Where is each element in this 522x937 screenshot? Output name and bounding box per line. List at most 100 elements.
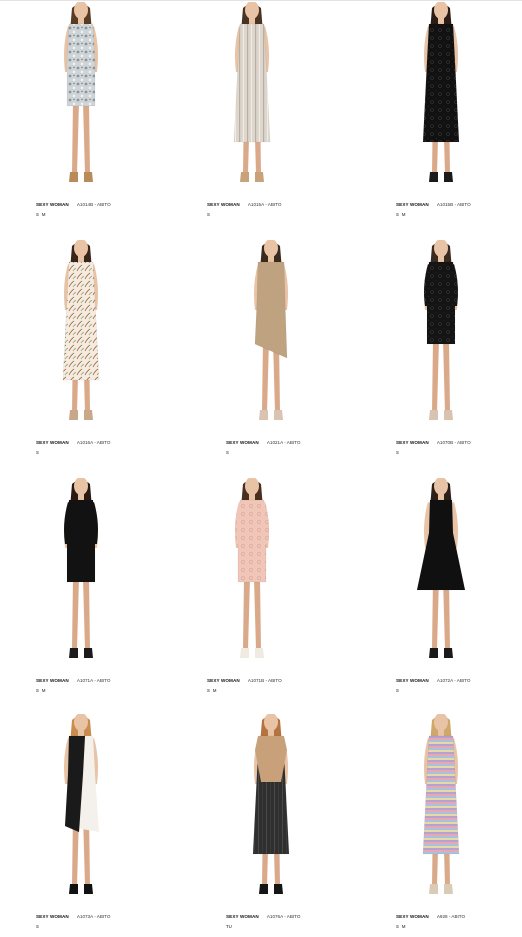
product-brand[interactable]: SEXY WOMAN — [207, 202, 240, 207]
product-brand[interactable]: SEXY WOMAN — [36, 202, 69, 207]
product-card[interactable]: SEXY WOMAN A1016A - ABITO S — [36, 240, 156, 470]
product-caption[interactable]: SEXY WOMAN A1071B - ABITO — [207, 678, 282, 684]
product-brand[interactable]: SEXY WOMAN — [226, 440, 259, 445]
product-caption[interactable]: SEXY WOMAN A1071A - ABITO — [36, 678, 110, 684]
product-card[interactable]: SEXY WOMAN A1015B - ABITO SM — [396, 2, 516, 232]
product-sizes: SM — [396, 924, 408, 929]
product-code[interactable]: A1021A - ABITO — [267, 440, 301, 445]
left-shoe — [69, 410, 78, 420]
product-code[interactable]: A1014B - ABITO — [77, 202, 111, 207]
size-option: S — [36, 924, 39, 929]
product-image[interactable] — [396, 240, 516, 438]
product-card[interactable]: SEXY WOMAN A1071A - ABITO SM — [36, 478, 156, 708]
product-card[interactable]: SEXY WOMAN A928 - ABITO SM — [396, 714, 516, 937]
left-shoe — [69, 172, 78, 182]
neck — [268, 254, 274, 262]
right-shoe — [255, 648, 264, 658]
product-card[interactable]: SEXY WOMAN A1014B - ABITO SM — [36, 2, 156, 232]
dress — [66, 499, 96, 583]
product-card[interactable]: SEXY WOMAN A1070B - ABITO S — [396, 240, 516, 470]
model-figure-image — [422, 2, 460, 182]
size-option: S — [36, 688, 39, 693]
size-option: M — [41, 212, 46, 217]
size-option: S — [396, 450, 399, 455]
size-option: S — [226, 450, 229, 455]
right-shoe — [84, 648, 93, 658]
product-brand[interactable]: SEXY WOMAN — [396, 440, 429, 445]
model-figure-image — [416, 478, 466, 658]
product-caption[interactable]: SEXY WOMAN A1070B - ABITO — [396, 440, 471, 446]
product-caption[interactable]: SEXY WOMAN A1073A - ABITO — [36, 914, 110, 920]
product-brand[interactable]: SEXY WOMAN — [396, 678, 429, 683]
product-code[interactable]: A1071B - ABITO — [248, 678, 282, 683]
product-code[interactable]: A1015B - ABITO — [437, 202, 471, 207]
left-shoe — [429, 884, 438, 894]
product-card[interactable]: SEXY WOMAN A1021A - ABITO S — [226, 240, 346, 470]
product-brand[interactable]: SEXY WOMAN — [396, 202, 429, 207]
dress — [62, 261, 100, 381]
dress — [422, 735, 460, 855]
model-figure-image — [252, 714, 290, 894]
size-option: S — [396, 212, 399, 217]
size-option: S — [36, 212, 39, 217]
product-card[interactable]: SEXY WOMAN A1073A - ABITO S — [36, 714, 156, 937]
size-option: S — [396, 924, 399, 929]
product-caption[interactable]: SEXY WOMAN A928 - ABITO — [396, 914, 465, 920]
left-leg — [243, 578, 250, 650]
product-card[interactable]: SEXY WOMAN A1071B - ABITO SM — [207, 478, 327, 708]
right-shoe — [444, 410, 453, 420]
product-code[interactable]: A1070B - ABITO — [437, 440, 471, 445]
product-image[interactable] — [396, 478, 516, 676]
product-brand[interactable]: SEXY WOMAN — [207, 678, 240, 683]
product-caption[interactable]: SEXY WOMAN A1014B - ABITO — [36, 202, 111, 208]
product-sizes: SM — [207, 688, 219, 693]
product-image[interactable] — [36, 240, 156, 438]
model-figure-image — [233, 2, 271, 182]
product-code[interactable]: A1072A - ABITO — [437, 678, 471, 683]
left-leg — [72, 102, 79, 174]
product-image[interactable] — [36, 478, 156, 676]
product-image[interactable] — [207, 478, 327, 676]
product-image[interactable] — [396, 2, 516, 200]
size-option: S — [207, 688, 210, 693]
product-caption[interactable]: SEXY WOMAN A1021A - ABITO — [226, 440, 300, 446]
product-code[interactable]: A1076A - ABITO — [267, 914, 301, 919]
product-brand[interactable]: SEXY WOMAN — [36, 440, 69, 445]
product-brand[interactable]: SEXY WOMAN — [36, 678, 69, 683]
product-card[interactable]: SEXY WOMAN A1076A - ABITO TU — [226, 714, 346, 937]
left-shoe — [69, 648, 78, 658]
left-leg — [432, 340, 439, 412]
product-image[interactable] — [226, 240, 346, 438]
product-image[interactable] — [36, 2, 156, 200]
product-code[interactable]: A1016A - ABITO — [77, 440, 111, 445]
product-caption[interactable]: SEXY WOMAN A1016A - ABITO — [36, 440, 110, 446]
product-card[interactable]: SEXY WOMAN A1072A - ABITO S — [396, 478, 516, 708]
product-code[interactable]: A1071A - ABITO — [77, 678, 111, 683]
product-sizes: SM — [36, 688, 48, 693]
size-option: M — [401, 212, 406, 217]
product-brand[interactable]: SEXY WOMAN — [226, 914, 259, 919]
right-leg — [83, 102, 90, 174]
model-figure-image — [235, 478, 269, 658]
product-brand[interactable]: SEXY WOMAN — [36, 914, 69, 919]
right-shoe — [444, 172, 453, 182]
product-image[interactable] — [207, 2, 327, 200]
product-caption[interactable]: SEXY WOMAN A1076A - ABITO — [226, 914, 300, 920]
product-brand[interactable]: SEXY WOMAN — [396, 914, 429, 919]
dress — [233, 23, 271, 143]
product-image[interactable] — [36, 714, 156, 912]
product-card[interactable]: SEXY WOMAN A1015A - ABITO S — [207, 2, 327, 232]
product-caption[interactable]: SEXY WOMAN A1015B - ABITO — [396, 202, 471, 208]
product-code[interactable]: A928 - ABITO — [437, 914, 465, 919]
right-leg — [443, 340, 450, 412]
product-sizes: S — [36, 450, 42, 455]
product-image[interactable] — [226, 714, 346, 912]
product-caption[interactable]: SEXY WOMAN A1072A - ABITO — [396, 678, 470, 684]
product-code[interactable]: A1015A - ABITO — [248, 202, 282, 207]
product-image[interactable] — [396, 714, 516, 912]
left-shoe — [69, 884, 78, 894]
product-caption[interactable]: SEXY WOMAN A1015A - ABITO — [207, 202, 281, 208]
left-leg — [72, 578, 79, 650]
neck — [249, 16, 255, 24]
product-code[interactable]: A1073A - ABITO — [77, 914, 111, 919]
